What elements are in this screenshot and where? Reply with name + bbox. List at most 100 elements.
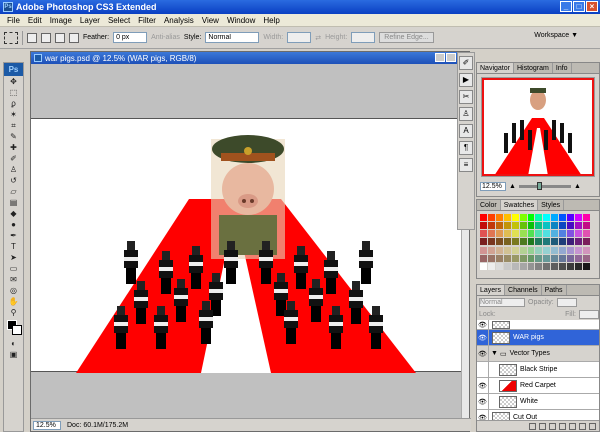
color-swatch[interactable] bbox=[487, 230, 495, 238]
color-swatch[interactable] bbox=[480, 222, 487, 230]
color-swatch[interactable] bbox=[519, 254, 527, 262]
color-swatch[interactable] bbox=[527, 222, 535, 230]
type-tool-icon[interactable]: T bbox=[4, 241, 23, 252]
hand-tool-icon[interactable]: ✋ bbox=[4, 296, 23, 307]
navigator-zoom-field[interactable]: 12.5% bbox=[480, 182, 506, 191]
brushes-panel-icon[interactable]: ✐ bbox=[459, 56, 473, 70]
color-swatch[interactable] bbox=[583, 222, 590, 230]
color-swatch[interactable] bbox=[575, 230, 583, 238]
color-swatch[interactable] bbox=[551, 222, 559, 230]
history-brush-icon[interactable]: ↺ bbox=[4, 175, 23, 186]
color-swatch[interactable] bbox=[535, 214, 543, 221]
delete-layer-icon[interactable] bbox=[589, 422, 596, 430]
color-swatch[interactable] bbox=[567, 262, 575, 270]
layer-row-white[interactable]: 👁 White bbox=[477, 393, 599, 410]
color-swatch[interactable] bbox=[575, 222, 583, 230]
close-button[interactable]: × bbox=[586, 1, 598, 12]
color-swatch[interactable] bbox=[487, 238, 495, 246]
color-swatch[interactable] bbox=[583, 262, 590, 270]
color-swatch[interactable] bbox=[519, 222, 527, 230]
minimize-button[interactable]: _ bbox=[560, 1, 572, 12]
color-swatch[interactable] bbox=[583, 254, 590, 262]
color-swatch[interactable] bbox=[503, 254, 511, 262]
color-swatch[interactable] bbox=[495, 222, 503, 230]
color-swatch[interactable] bbox=[543, 262, 551, 270]
color-swatch[interactable] bbox=[543, 222, 551, 230]
tab-styles[interactable]: Styles bbox=[538, 200, 565, 210]
swap-icon[interactable]: ⇄ bbox=[315, 34, 321, 42]
color-swatch[interactable] bbox=[480, 238, 487, 246]
3d-tool-icon[interactable]: ◎ bbox=[4, 285, 23, 296]
tool-presets-icon[interactable]: ▶ bbox=[459, 73, 473, 87]
color-swatch[interactable] bbox=[535, 246, 543, 254]
color-picker-swatches[interactable] bbox=[4, 318, 23, 338]
color-swatch[interactable] bbox=[480, 246, 487, 254]
add-selection-icon[interactable] bbox=[41, 32, 51, 43]
color-swatch[interactable] bbox=[551, 246, 559, 254]
color-swatch[interactable] bbox=[575, 254, 583, 262]
group-expand-icon[interactable]: ▼ bbox=[491, 350, 498, 357]
visibility-eye-icon[interactable]: 👁 bbox=[477, 345, 489, 362]
tab-layers[interactable]: Layers bbox=[477, 285, 506, 295]
color-swatch[interactable] bbox=[527, 214, 535, 221]
color-swatch[interactable] bbox=[551, 238, 559, 246]
color-swatch[interactable] bbox=[527, 230, 535, 238]
layer-mask-icon[interactable] bbox=[549, 422, 556, 430]
eraser-icon[interactable]: ▱ bbox=[4, 186, 23, 197]
menu-analysis[interactable]: Analysis bbox=[160, 16, 198, 25]
color-swatch[interactable] bbox=[567, 222, 575, 230]
menu-view[interactable]: View bbox=[198, 16, 223, 25]
color-swatch[interactable] bbox=[543, 230, 551, 238]
visibility-eye-icon[interactable]: 👁 bbox=[477, 329, 489, 346]
paragraph-panel-icon[interactable]: ¶ bbox=[459, 141, 473, 155]
marquee-tool-preset-icon[interactable] bbox=[4, 31, 18, 44]
style-select[interactable] bbox=[205, 32, 260, 43]
visibility-eye-icon[interactable] bbox=[477, 361, 489, 378]
doc-maximize-button[interactable] bbox=[446, 53, 456, 62]
color-swatch[interactable] bbox=[511, 230, 519, 238]
tab-color[interactable]: Color bbox=[477, 200, 501, 210]
color-swatch[interactable] bbox=[551, 230, 559, 238]
workspace-menu[interactable]: Workspace ▼ bbox=[534, 32, 578, 39]
actions-panel-icon[interactable]: ≡ bbox=[459, 158, 473, 172]
tab-paths[interactable]: Paths bbox=[542, 285, 567, 295]
color-swatch[interactable] bbox=[487, 214, 495, 221]
color-swatch[interactable] bbox=[503, 238, 511, 246]
color-swatch[interactable] bbox=[575, 262, 583, 270]
color-swatch[interactable] bbox=[543, 214, 551, 221]
intersect-selection-icon[interactable] bbox=[69, 32, 79, 43]
swatch-grid[interactable] bbox=[480, 214, 590, 270]
color-swatch[interactable] bbox=[567, 254, 575, 262]
color-swatch[interactable] bbox=[559, 254, 567, 262]
color-swatch[interactable] bbox=[551, 214, 559, 221]
color-swatch[interactable] bbox=[559, 222, 567, 230]
zoom-slider[interactable] bbox=[518, 182, 571, 190]
clone-source-icon[interactable]: ♙ bbox=[459, 107, 473, 121]
color-swatch[interactable] bbox=[511, 246, 519, 254]
character-panel-icon[interactable]: A bbox=[459, 124, 473, 138]
color-swatch[interactable] bbox=[527, 238, 535, 246]
color-swatch[interactable] bbox=[559, 262, 567, 270]
move-tool-icon[interactable]: ✥ bbox=[4, 76, 23, 87]
color-swatch[interactable] bbox=[519, 246, 527, 254]
color-swatch[interactable] bbox=[519, 262, 527, 270]
zoom-in-icon[interactable]: ▲ bbox=[574, 183, 581, 190]
color-swatch[interactable] bbox=[575, 214, 583, 221]
tab-info[interactable]: Info bbox=[553, 63, 572, 73]
color-swatch[interactable] bbox=[503, 214, 511, 221]
color-swatch[interactable] bbox=[495, 254, 503, 262]
color-swatch[interactable] bbox=[519, 214, 527, 221]
color-swatch[interactable] bbox=[567, 246, 575, 254]
canvas-area[interactable] bbox=[31, 64, 463, 420]
color-swatch[interactable] bbox=[519, 230, 527, 238]
gradient-tool-icon[interactable]: ▤ bbox=[4, 197, 23, 208]
screen-mode-icon[interactable]: ▣ bbox=[4, 349, 23, 360]
color-swatch[interactable] bbox=[527, 254, 535, 262]
tab-navigator[interactable]: Navigator bbox=[477, 63, 514, 73]
layer-group-vector-types[interactable]: 👁 ▼ ▭ Vector Types bbox=[477, 345, 599, 362]
color-swatch[interactable] bbox=[559, 238, 567, 246]
color-swatch[interactable] bbox=[495, 262, 503, 270]
color-swatch[interactable] bbox=[527, 246, 535, 254]
marquee-tool-icon[interactable]: ⬚ bbox=[4, 87, 23, 98]
maximize-button[interactable]: □ bbox=[573, 1, 585, 12]
